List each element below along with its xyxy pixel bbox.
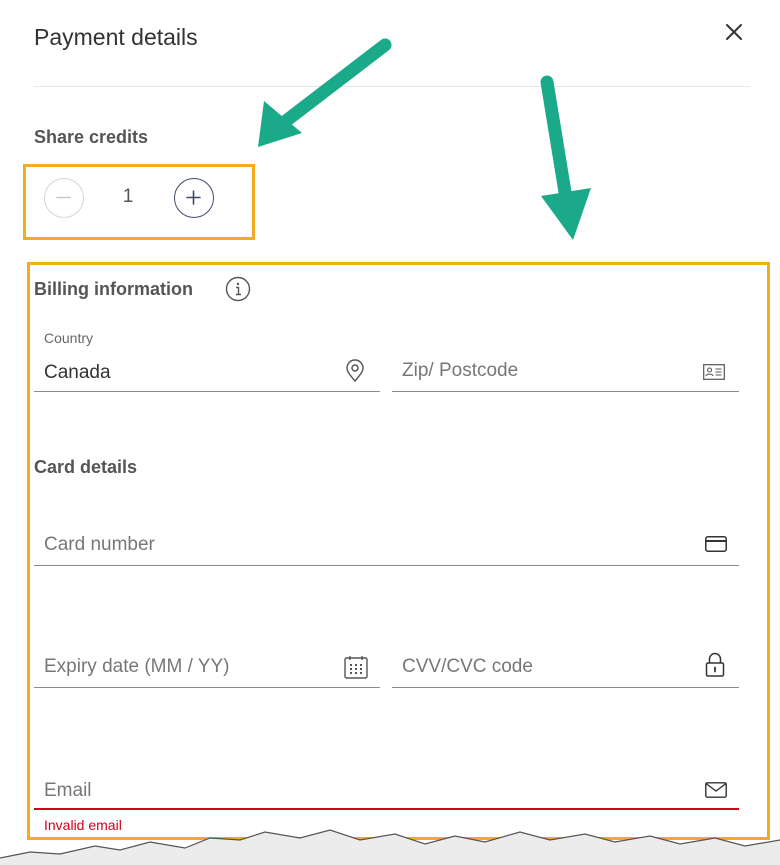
email-input[interactable]: Email: [44, 780, 92, 802]
calendar-icon: [344, 655, 368, 679]
card-number-input[interactable]: Card number: [44, 534, 155, 556]
share-credits-value: 1: [122, 186, 134, 207]
email-error-underline: [34, 808, 739, 810]
decrement-button[interactable]: [44, 178, 84, 218]
credit-card-icon: [705, 536, 727, 552]
increment-button[interactable]: [174, 178, 214, 218]
country-underline: [34, 391, 380, 392]
country-select[interactable]: Canada: [44, 362, 111, 384]
page-title: Payment details: [34, 24, 198, 50]
cvv-underline: [392, 687, 739, 688]
cvv-input[interactable]: CVV/CVC code: [402, 656, 533, 678]
minus-icon: [56, 196, 71, 199]
torn-edge: [0, 829, 780, 865]
billing-heading: Billing information: [34, 279, 193, 299]
expiry-input[interactable]: Expiry date (MM / YY): [44, 656, 229, 678]
lock-icon: [705, 652, 725, 678]
close-icon[interactable]: [722, 20, 746, 44]
id-card-icon: [703, 364, 725, 380]
annotation-arrow-left: [258, 38, 392, 147]
card-details-heading: Card details: [34, 457, 138, 477]
envelope-icon: [705, 782, 727, 798]
info-icon[interactable]: [225, 276, 251, 302]
country-label: Country: [44, 330, 94, 346]
expiry-underline: [34, 687, 380, 688]
zip-input[interactable]: Zip/ Postcode: [402, 360, 518, 382]
annotation-arrow-right: [540, 75, 591, 240]
plus-icon: [186, 190, 201, 205]
card-number-underline: [34, 565, 739, 566]
location-pin-icon: [344, 359, 366, 383]
zip-underline: [392, 391, 739, 392]
share-credits-label: Share credits: [34, 127, 149, 147]
